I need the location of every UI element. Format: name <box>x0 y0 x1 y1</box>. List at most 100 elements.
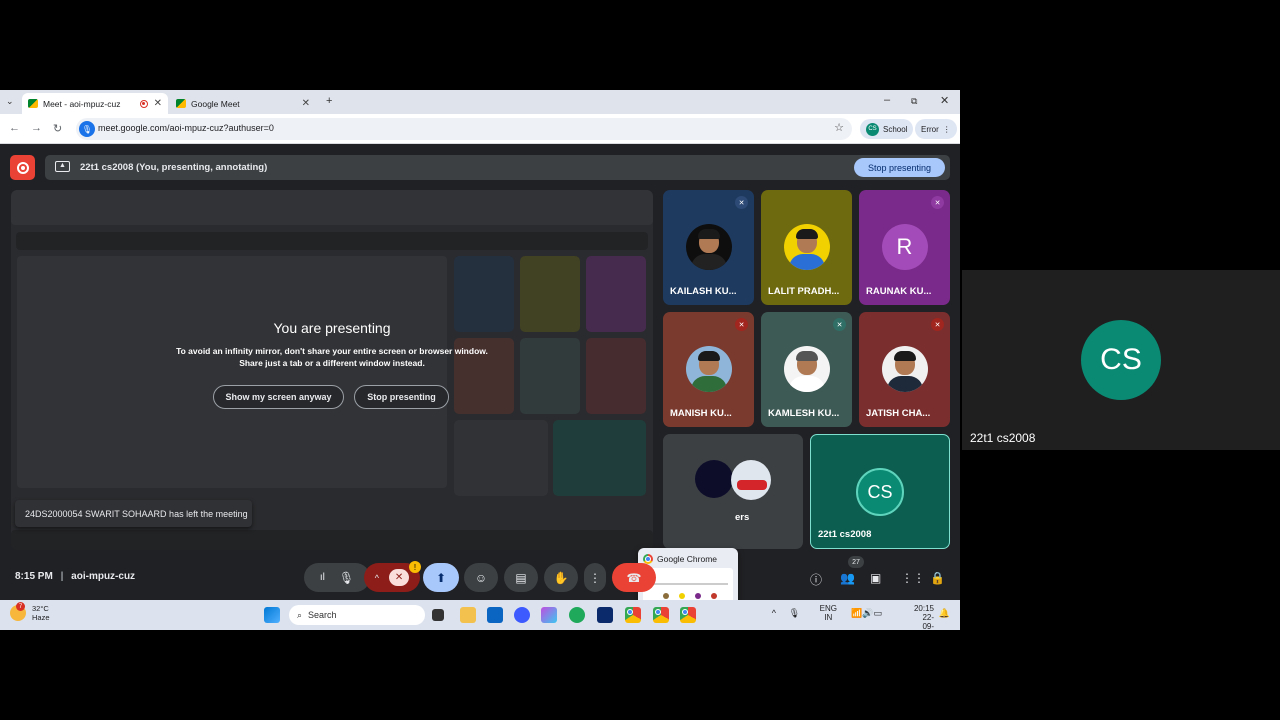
taskbar-search[interactable]: ⌕ Search <box>289 605 425 625</box>
warning-badge-icon: ! <box>409 561 421 573</box>
avatar-initial: R <box>881 224 928 270</box>
mirror-banner <box>16 232 648 250</box>
chrome-profile-icon[interactable] <box>653 607 669 623</box>
reload-icon[interactable]: ↻ <box>53 122 62 135</box>
captions-button[interactable]: ▤ <box>504 563 538 592</box>
reactions-button[interactable]: ☺ <box>464 563 498 592</box>
tab-google-meet[interactable]: Google Meet ✕ <box>170 93 316 114</box>
chat-icon[interactable]: ▣ <box>870 571 881 585</box>
show-screen-anyway-button[interactable]: Show my screen anyway <box>213 385 344 409</box>
new-tab-button[interactable]: + <box>326 95 332 107</box>
file-explorer-icon[interactable] <box>460 607 476 623</box>
leave-call-button[interactable]: ☎ <box>612 563 656 592</box>
participant-tile-raunak[interactable]: ✕ R RAUNAK KU... <box>859 190 950 305</box>
tab-meet[interactable]: Meet - aoi-mpuz-cuz ✕ <box>22 93 168 114</box>
camera-off-icon[interactable]: ✕ <box>388 569 410 586</box>
mic-icon[interactable]: 🎙 <box>339 571 354 585</box>
region-text: IN <box>824 613 833 622</box>
participant-tile-kamlesh[interactable]: ✕ KAMLESH KU... <box>761 312 852 427</box>
store-icon[interactable] <box>597 607 613 623</box>
presenting-title: You are presenting <box>273 320 391 336</box>
participant-tile-lalit[interactable]: LALIT PRADH... <box>761 190 852 305</box>
tab-search-icon[interactable]: ⌄ <box>6 96 14 107</box>
present-screen-icon: ▲ <box>55 161 70 172</box>
chrome-icon[interactable] <box>625 607 641 623</box>
self-view-panel: CS 22t1 cs2008 <box>962 270 1280 450</box>
participant-tile-manish[interactable]: ✕ MANISH KU... <box>663 312 754 427</box>
meeting-code: aoi-mpuz-cuz <box>71 571 136 582</box>
info-icon[interactable]: ⓘ <box>810 571 822 588</box>
others-tile[interactable]: ers <box>663 434 803 549</box>
more-vert-icon: ⋮ <box>589 570 601 585</box>
close-tab-icon[interactable]: ✕ <box>302 98 310 109</box>
overlay-stop-presenting-button[interactable]: Stop presenting <box>354 385 449 409</box>
present-button[interactable]: ⬆ <box>423 563 459 592</box>
mic-off-icon: ✕ <box>833 318 846 331</box>
camera-options-icon[interactable]: ^ <box>375 573 379 583</box>
audio-settings-icon[interactable]: ıl <box>320 572 325 583</box>
show-hidden-icon[interactable]: ^ <box>772 608 776 618</box>
mic-tray-icon[interactable]: 🎙 <box>789 608 800 619</box>
outlook-icon[interactable] <box>487 607 503 623</box>
close-tab-icon[interactable]: ✕ <box>154 98 162 109</box>
language-indicator[interactable]: ENG IN <box>820 604 837 622</box>
weather-widget[interactable]: 7 32°C Haze <box>10 602 50 622</box>
profile-label: School <box>883 124 908 134</box>
presenting-text: 22t1 cs2008 (You, presenting, annotating… <box>80 162 268 173</box>
bookmark-star-icon[interactable]: ☆ <box>834 121 844 134</box>
search-icon: ⌕ <box>297 609 303 620</box>
app-icon[interactable] <box>514 607 530 623</box>
mic-off-icon: ✕ <box>931 318 944 331</box>
raise-hand-button[interactable]: ✋ <box>544 563 578 592</box>
stop-presenting-button[interactable]: Stop presenting <box>853 158 945 177</box>
recording-button[interactable] <box>10 155 35 180</box>
presenting-desc-line1: To avoid an infinity mirror, don't share… <box>176 346 488 356</box>
host-controls-icon[interactable]: 🔒 <box>930 571 945 585</box>
profile-chip[interactable]: CS School <box>860 119 914 139</box>
activities-icon[interactable]: ⋮⋮ <box>901 571 925 585</box>
participant-name: LALIT PRADH... <box>768 286 840 297</box>
captions-icon: ▤ <box>515 570 527 585</box>
hand-icon: ✋ <box>553 570 569 585</box>
self-avatar: CS <box>856 468 904 516</box>
notification-bell-icon[interactable]: 🔔 <box>939 608 950 619</box>
self-view-name: 22t1 cs2008 <box>970 431 1036 445</box>
participant-name: MANISH KU... <box>670 408 732 419</box>
self-tile[interactable]: CS 22t1 cs2008 <box>810 434 950 549</box>
presenting-banner: ▲ 22t1 cs2008 (You, presenting, annotati… <box>45 155 950 180</box>
presenting-desc-line2: Share just a tab or a different window i… <box>239 358 425 368</box>
notification-toast: 24DS2000054 SWARIT SOHAARD has left the … <box>15 500 252 527</box>
participant-tile-kailash[interactable]: ✕ KAILASH KU... <box>663 190 754 305</box>
presenting-description: To avoid an infinity mirror, don't share… <box>11 345 653 369</box>
site-info-icon[interactable]: 🎙 <box>79 121 95 137</box>
avatar <box>881 346 928 392</box>
error-chip[interactable]: Error ⋮ <box>915 119 957 139</box>
close-window-button[interactable]: ✕ <box>940 94 949 107</box>
start-icon[interactable] <box>264 607 280 623</box>
restore-button[interactable]: ⧉ <box>911 96 917 107</box>
people-icon[interactable]: 👥 <box>840 571 855 585</box>
browser-toolbar: ← → ↻ 🎙 meet.google.com/aoi-mpuz-cuz?aut… <box>0 114 960 144</box>
present-icon: ⬆ <box>435 570 447 585</box>
recording-icon <box>139 99 148 108</box>
minimize-button[interactable]: – <box>884 94 890 106</box>
more-options-button[interactable]: ⋮ <box>584 563 606 592</box>
address-bar[interactable]: 🎙 meet.google.com/aoi-mpuz-cuz?authuser=… <box>76 118 852 140</box>
clock[interactable]: 20:15 22-09-2025 <box>914 604 934 630</box>
chrome-icon[interactable] <box>680 607 696 623</box>
edge-icon[interactable] <box>569 607 585 623</box>
participant-tile-jatish[interactable]: ✕ JATISH CHA... <box>859 312 950 427</box>
clock-text: 8:15 PM <box>15 571 53 582</box>
end-call-icon: ☎ <box>626 570 642 585</box>
mirror-tile <box>454 420 548 496</box>
back-icon[interactable]: ← <box>9 122 20 134</box>
mirror-taskbar <box>11 530 653 550</box>
task-view-icon[interactable] <box>432 609 444 621</box>
copilot-icon[interactable] <box>541 607 557 623</box>
mic-off-icon: ✕ <box>735 196 748 209</box>
network-volume-battery-icon[interactable]: 📶🔊▭ <box>851 608 882 619</box>
participant-name: KAMLESH KU... <box>768 408 840 419</box>
forward-icon[interactable]: → <box>31 122 42 134</box>
others-label: ers <box>735 512 750 523</box>
meeting-time: 8:15 PM | aoi-mpuz-cuz <box>15 571 136 582</box>
